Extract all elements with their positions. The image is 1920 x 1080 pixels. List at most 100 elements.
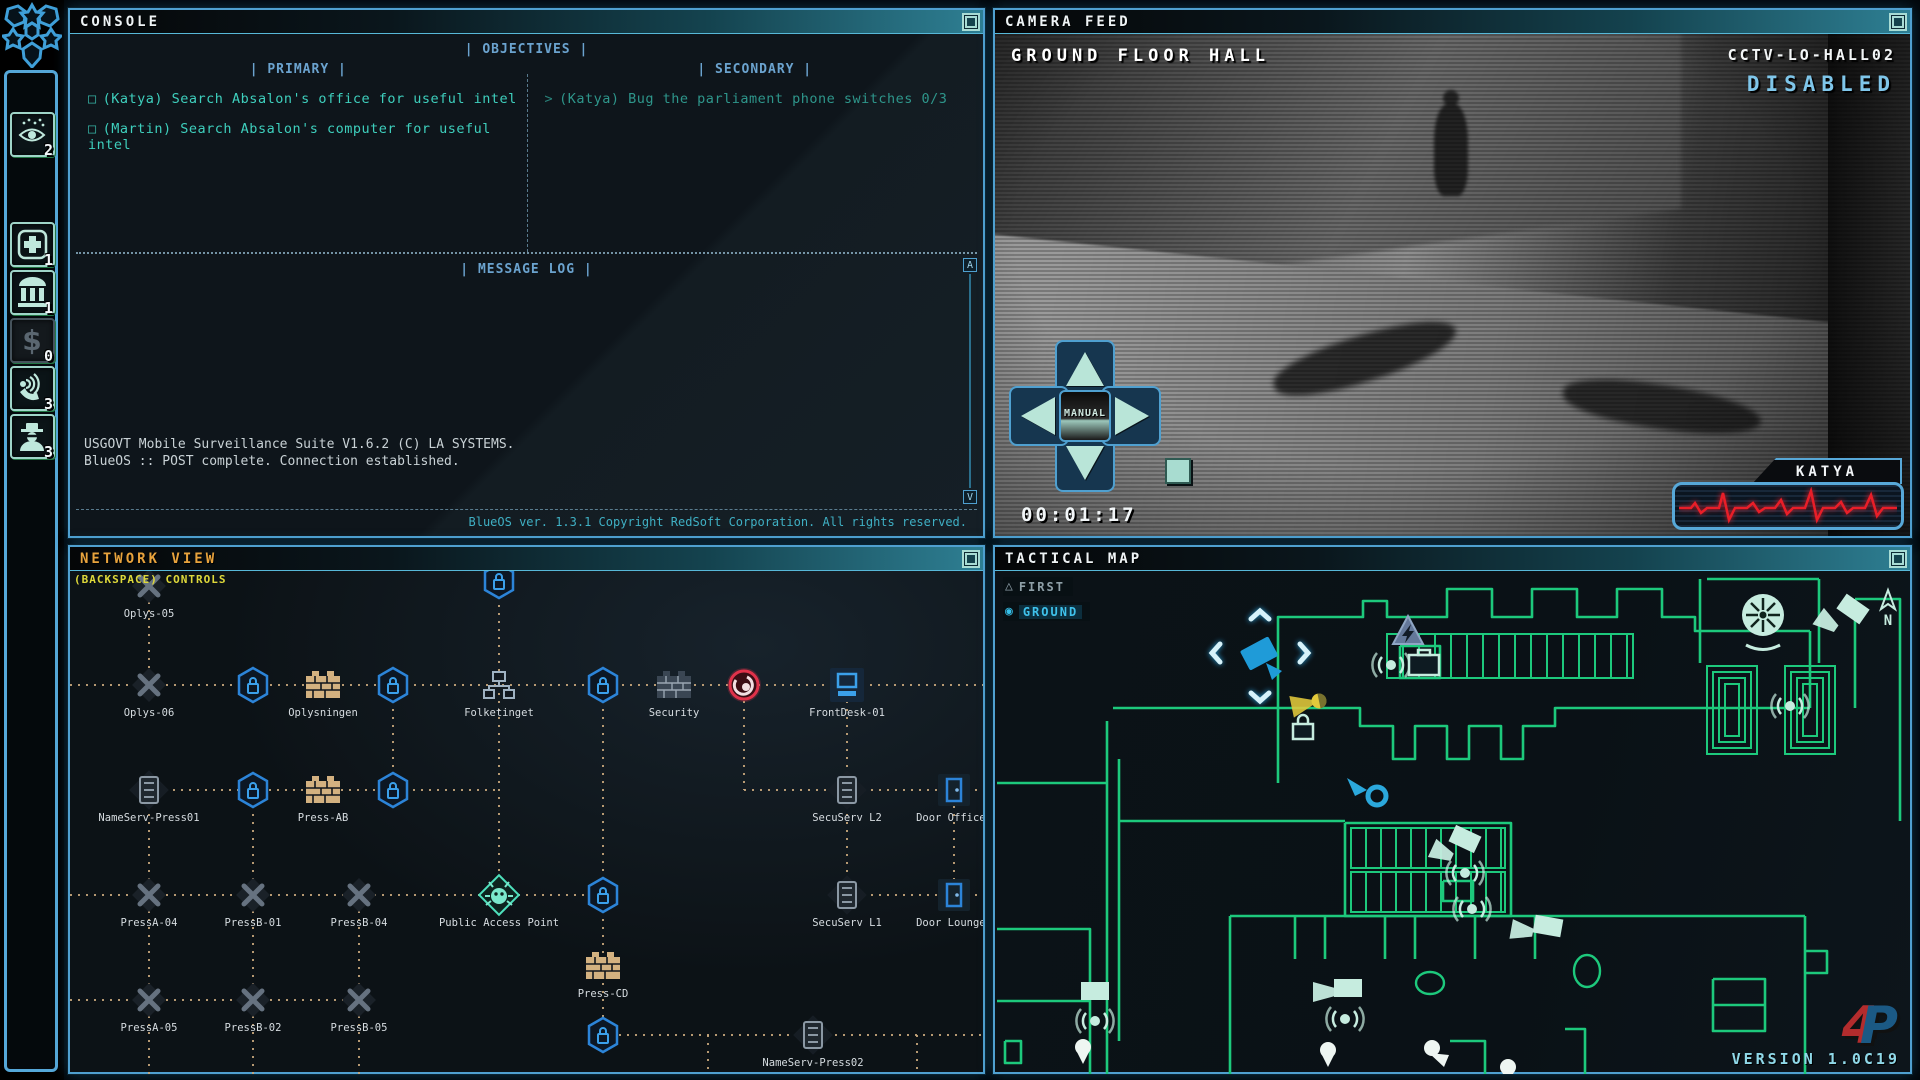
network-node-eye[interactable] <box>727 668 761 702</box>
camera-feed-title: CAMERA FEED <box>995 14 1131 30</box>
layer-button-ground[interactable]: ◉GROUND <box>1003 602 1090 621</box>
network-node-lock[interactable] <box>589 668 617 702</box>
scrollbar-track[interactable] <box>969 274 971 488</box>
wall <box>1113 708 1810 759</box>
network-node-pressb-02[interactable]: PressB-02 <box>225 983 282 1034</box>
network-node-security[interactable]: Security <box>649 671 700 719</box>
camera-id-label: CCTV-LO-HALL02 <box>1728 46 1896 64</box>
message-log-scrollbar[interactable]: A V <box>963 258 977 504</box>
tool-spy-agent[interactable]: 3 <box>10 414 55 459</box>
network-node-lock[interactable] <box>239 668 267 702</box>
camera-location-label: GROUND FLOOR HALL <box>1011 46 1270 66</box>
tool-money-dollar[interactable]: $0 <box>10 318 55 363</box>
network-node-pressb-04[interactable]: PressB-04 <box>331 878 388 929</box>
wall <box>1450 1041 1485 1074</box>
network-node-press-cd[interactable]: Press-CD <box>578 952 629 1000</box>
node-label: Folketinget <box>464 707 534 719</box>
map-camera-icon[interactable] <box>1533 915 1564 938</box>
tool-surveillance-eye[interactable]: 2 <box>10 112 55 157</box>
4p-watermark-logo: 4P <box>1842 1006 1898 1046</box>
node-label: Door Offices <box>916 812 983 824</box>
tool-count-badge: 1 <box>44 251 53 269</box>
map-maximize-button[interactable] <box>1889 550 1907 568</box>
network-node-lock[interactable] <box>239 773 267 807</box>
tool-sidebar: 211$033 <box>0 0 64 1080</box>
layer-button-first[interactable]: △ FIRST <box>1003 577 1073 596</box>
network-node-lock[interactable] <box>485 571 513 598</box>
network-node-oplys-06[interactable]: Oplys-06 <box>124 668 175 719</box>
status-bar-divider <box>76 509 977 510</box>
node-label: Oplys-05 <box>124 608 175 620</box>
node-label: PressA-05 <box>121 1022 178 1034</box>
network-node-folketinget[interactable]: Folketinget <box>464 672 534 719</box>
console-panel: CONSOLE | OBJECTIVES | | PRIMARY | □(Kat… <box>68 8 985 538</box>
agent-name-tab: KATYA <box>1752 458 1902 484</box>
network-node-secuserv-l2[interactable]: SecuServ L2 <box>812 770 882 824</box>
node-label: Press-CD <box>578 988 629 1000</box>
network-node-door-lounges[interactable]: Door Lounges <box>916 879 983 929</box>
network-node-press-ab[interactable]: Press-AB <box>298 776 349 824</box>
floorplan-map: N <box>995 571 1910 1074</box>
network-node-secuserv-l1[interactable]: SecuServ L1 <box>812 875 882 929</box>
node-label: Security <box>649 707 700 719</box>
network-node-pressa-04[interactable]: PressA-04 <box>121 878 178 929</box>
map-camera-icon[interactable] <box>1334 979 1362 997</box>
camera-extra-button[interactable] <box>1165 458 1191 484</box>
console-maximize-button[interactable] <box>962 13 980 31</box>
network-node-lock[interactable] <box>589 878 617 912</box>
sidebar-frame <box>4 70 58 1072</box>
scroll-down-button[interactable]: V <box>963 490 977 504</box>
floor-layer-selector: △ FIRST ◉GROUND <box>1003 577 1090 627</box>
map-camera-selected-icon[interactable] <box>1212 611 1308 701</box>
tool-count-badge: 2 <box>44 141 53 159</box>
network-node-lock[interactable] <box>589 1018 617 1052</box>
objectives-divider <box>527 74 528 252</box>
node-label: Public Access Point <box>439 917 559 929</box>
network-node-lock[interactable] <box>379 668 407 702</box>
network-graph: Oplys-05 Oplys-06 Oplysningen Folketinget Se… <box>70 571 983 1074</box>
network-node-pressb-01[interactable]: PressB-01 <box>225 878 282 929</box>
secondary-objectives-column: | SECONDARY | >(Katya) Bug the parliamen… <box>527 62 984 107</box>
console-status-bar: BlueOS ver. 1.3.1 Copyright RedSoft Corp… <box>469 515 968 529</box>
network-node-lock[interactable] <box>379 773 407 807</box>
network-node-frontdesk-01[interactable]: FrontDesk-01 <box>809 668 885 719</box>
network-node-public-access-point[interactable]: Public Access Point <box>439 875 559 929</box>
tool-building-columns[interactable]: 1 <box>10 270 55 315</box>
map-lock-icon <box>1293 715 1313 739</box>
scroll-up-button[interactable]: A <box>963 258 977 272</box>
layer-label: FIRST <box>1019 580 1065 594</box>
tool-count-badge: 1 <box>44 299 53 317</box>
network-node-nameserv-press02[interactable]: NameServ-Press02 <box>762 1015 863 1069</box>
heartbeat-waveform <box>1679 487 1897 527</box>
camera-pan-dpad: MANUAL <box>1009 340 1161 492</box>
network-node-oplysningen[interactable]: Oplysningen <box>288 671 358 719</box>
map-camera-icon[interactable] <box>1081 982 1109 1000</box>
map-fusebox-icon <box>1393 616 1423 644</box>
layer-label: GROUND <box>1019 605 1082 619</box>
network-node-door-offices[interactable]: Door Offices <box>916 774 983 824</box>
node-label: Oplysningen <box>288 707 358 719</box>
network-node-pressb-05[interactable]: PressB-05 <box>331 983 388 1034</box>
network-node-nameserv-press01[interactable]: NameServ-Press01 <box>98 770 199 824</box>
message-log-header: | MESSAGE LOG | <box>70 262 983 277</box>
tool-medical-cross[interactable]: 1 <box>10 222 55 267</box>
map-guard-pin-icon <box>1320 1042 1336 1067</box>
svg-text:$: $ <box>22 324 41 357</box>
camera-status-label: DISABLED <box>1747 72 1896 96</box>
agency-emblem-logo <box>2 2 62 68</box>
network-maximize-button[interactable] <box>962 550 980 568</box>
node-label: FrontDesk-01 <box>809 707 885 719</box>
node-label: PressA-04 <box>121 917 178 929</box>
down-arrow-icon <box>1066 446 1104 480</box>
layer-glyph-icon: △ <box>1005 579 1013 594</box>
camera-maximize-button[interactable] <box>1889 13 1907 31</box>
map-compass-icon: N <box>1881 590 1895 629</box>
tool-phone-signal[interactable]: 3 <box>10 366 55 411</box>
agent-heartbeat-box <box>1672 482 1904 530</box>
objective-status-glyph: □ <box>88 91 97 107</box>
primary-objectives-column: | PRIMARY | □(Katya) Search Absalon's of… <box>70 62 527 153</box>
manual-mode-button[interactable]: MANUAL <box>1059 390 1111 442</box>
network-node-pressa-05[interactable]: PressA-05 <box>121 983 178 1034</box>
map-camera-icon[interactable] <box>1449 825 1482 853</box>
node-label: Door Lounges <box>916 917 983 929</box>
